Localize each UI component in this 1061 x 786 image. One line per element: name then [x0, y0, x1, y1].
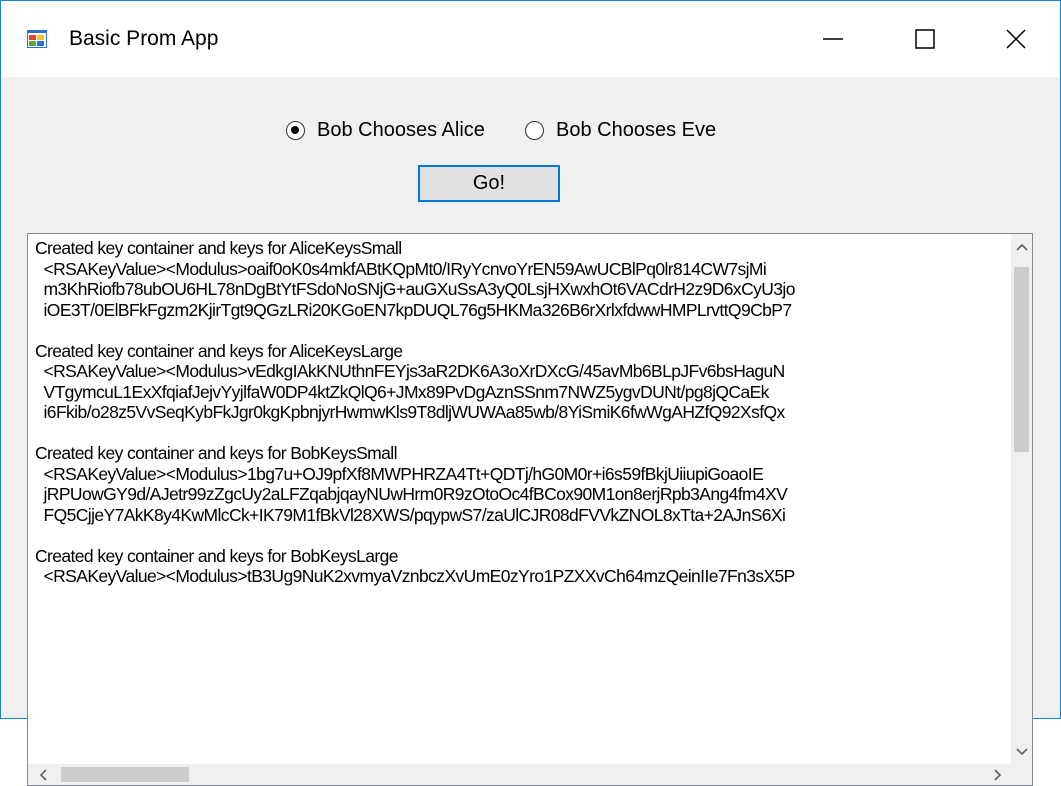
- output-line: m3KhRiofb78ubOU6HL78nDgBtYtFSdoNoSNjG+au…: [35, 279, 796, 299]
- scroll-left-arrow-icon: [39, 768, 47, 781]
- output-line: Created key container and keys for BobKe…: [35, 443, 397, 463]
- horizontal-scrollbar[interactable]: [28, 764, 1012, 785]
- close-button[interactable]: [971, 1, 1060, 77]
- window-title: Basic Prom App: [69, 27, 219, 50]
- output-line: <RSAKeyValue><Modulus>vEdkgIAkKNUthnFEYj…: [35, 361, 786, 381]
- maximize-button[interactable]: [879, 1, 971, 77]
- output-line: jRPUowGY9d/AJetr99zZgcUy2aLFZqabjqayNUwH…: [35, 484, 788, 504]
- output-line: Created key container and keys for Alice…: [35, 238, 402, 258]
- minimize-icon: [823, 38, 843, 40]
- radio-unchecked-icon[interactable]: [525, 121, 544, 140]
- radio-checked-icon[interactable]: [286, 121, 305, 140]
- scroll-down-arrow-icon: [1015, 747, 1028, 755]
- scroll-left-button[interactable]: [32, 764, 53, 785]
- go-button[interactable]: Go!: [418, 165, 560, 202]
- horizontal-scroll-thumb[interactable]: [61, 767, 189, 782]
- scrollbar-corner: [1011, 764, 1032, 785]
- minimize-button[interactable]: [787, 1, 879, 77]
- maximize-icon: [915, 29, 935, 49]
- output-line: <RSAKeyValue><Modulus>tB3Ug9NuK2xvmyaVzn…: [35, 566, 796, 586]
- title-bar[interactable]: Basic Prom App: [1, 1, 1060, 77]
- output-line: Created key container and keys for BobKe…: [35, 545, 398, 566]
- scroll-right-button[interactable]: [987, 764, 1008, 785]
- output-line: <RSAKeyValue><Modulus>oaif0oK0s4mkfABtKQ…: [35, 258, 767, 279]
- scroll-right-arrow-icon: [993, 768, 1001, 781]
- scroll-up-arrow-icon: [1015, 243, 1028, 251]
- output-line: Created key container and keys for Alice…: [35, 340, 403, 361]
- radio-bob-chooses-eve[interactable]: Bob Chooses Eve: [525, 119, 716, 142]
- output-line: VTgymcuL1ExXfqiafJejvYyjlfaW0DP4ktZkQlQ6…: [35, 381, 770, 402]
- radio-alice-label[interactable]: Bob Chooses Alice: [317, 119, 485, 142]
- scroll-down-button[interactable]: [1011, 741, 1032, 762]
- app-window: Basic Prom App Bob Chooses Alice Bob Cho…: [0, 0, 1061, 786]
- radio-eve-label[interactable]: Bob Chooses Eve: [556, 119, 716, 142]
- output-line: iOE3T/0ElBFkFgzm2KjirTgt9QGzLRi20KGoEN7k…: [35, 299, 793, 320]
- output-text-area[interactable]: Created key container and keys for Alice…: [28, 234, 1012, 764]
- close-icon: [1005, 29, 1026, 49]
- output-text: Created key container and keys for Alice…: [35, 238, 795, 587]
- output-line: FQ5CjjeY7AkK8y4KwMlcCk+IK79M1fBkVl28XWS/…: [35, 504, 786, 525]
- scroll-up-button[interactable]: [1011, 236, 1032, 257]
- winforms-app-icon: [27, 30, 47, 48]
- output-textbox[interactable]: Created key container and keys for Alice…: [27, 233, 1033, 786]
- radio-bob-chooses-alice[interactable]: Bob Chooses Alice: [286, 119, 485, 142]
- client-area: Bob Chooses Alice Bob Chooses Eve Go! Cr…: [1, 77, 1060, 786]
- vertical-scroll-thumb[interactable]: [1014, 267, 1029, 452]
- output-line: i6Fkib/o28z5VvSeqKybFkJgr0kgKpbnjyrHwmwK…: [35, 402, 786, 422]
- vertical-scrollbar[interactable]: [1011, 234, 1032, 764]
- output-line: <RSAKeyValue><Modulus>1bg7u+OJ9pfXf8MWPH…: [35, 463, 764, 484]
